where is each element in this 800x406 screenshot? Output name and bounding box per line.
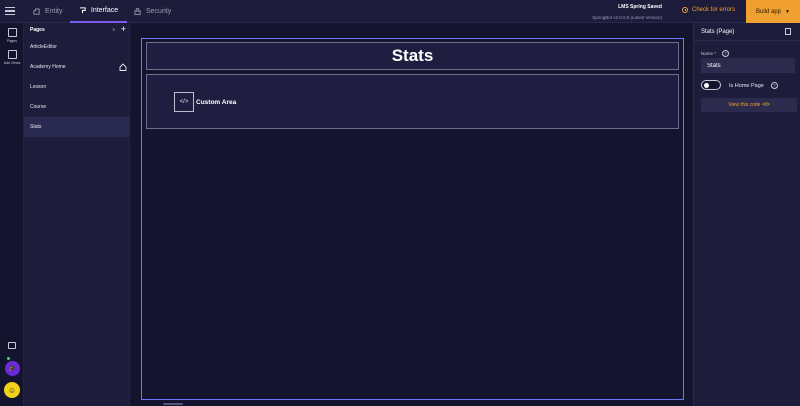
tab-security[interactable]: Security [134,0,184,23]
hamburger-menu-icon[interactable] [4,5,16,17]
rail-pages-label: Pages [7,39,17,43]
properties-title: Stats (Page) [701,29,735,35]
graduation-cap-icon: 🎓 [8,366,17,372]
is-home-page-row: Is Home Page ? [729,82,778,89]
view-code-label: View this code [728,102,761,108]
page-title-block[interactable]: Stats [146,42,679,70]
add-views-icon [7,50,17,59]
build-app-button[interactable]: Build app ▼ [746,0,800,23]
help-icon[interactable]: ? [722,50,730,57]
smiley-icon: ☺ [7,385,17,395]
toggle-knob [704,82,709,88]
rail-chat[interactable] [0,342,24,349]
chevron-down-icon: ▼ [785,8,790,15]
name-label-text: Name * [701,51,717,56]
tab-entity[interactable]: Entity [33,0,73,23]
academy-hat-button[interactable]: 🎓 [5,357,20,376]
name-field-label: Name * ? [701,50,730,57]
page-item-lesson[interactable]: Lesson [24,77,130,97]
avatar[interactable]: ☺ [4,382,20,398]
page-item-articleeditor[interactable]: ArticleEditor [24,37,130,57]
build-app-label: Build app [756,8,782,15]
code-icon: </> [174,92,194,112]
page-item-stats[interactable]: Stats [24,117,130,137]
chat-icon [8,342,16,349]
lock-icon [134,8,141,15]
warning-circle-icon [682,7,688,13]
pages-title: Pages [30,27,45,33]
page-item-academy-home[interactable]: Academy Home [24,57,130,77]
top-bar: Entity Interface Security LMS Spring Sav… [0,0,800,23]
add-page-button[interactable]: + [121,25,126,34]
horizontal-scrollbar[interactable] [163,403,183,405]
project-title: LMS Spring Saved [618,4,662,10]
tab-entity-label: Entity [45,8,63,15]
rail-pages[interactable]: Pages [0,28,24,43]
help-icon[interactable]: ? [770,82,778,89]
pages-header: Pages 5 + [30,25,126,35]
interface-icon [79,7,86,14]
view-code-button[interactable]: View this code </> [701,98,797,112]
page-item-label: ArticleEditor [30,44,57,50]
page-item-label: Course [30,104,47,110]
custom-area-content: </> Custom Area [174,92,236,112]
custom-area-block[interactable]: </> Custom Area [146,74,679,129]
code-icon: </> [762,102,770,108]
check-errors-button[interactable]: Check for errors [682,7,735,13]
design-canvas[interactable]: Stats </> Custom Area [130,23,693,406]
pages-count: 5 [112,27,115,32]
pages-panel: Pages 5 + ArticleEditor Academy Home Les… [24,23,130,406]
rail-add-views[interactable]: Add Views [0,50,24,65]
page-item-label: Lesson [30,84,47,90]
page-item-label: Academy Home [30,64,66,70]
is-home-page-label: Is Home Page [729,82,764,89]
rail-add-views-label: Add Views [3,61,21,65]
custom-area-label: Custom Area [196,98,237,106]
page-frame[interactable]: Stats </> Custom Area [141,38,684,400]
icon-rail: Pages Add Views 🎓 ☺ [0,23,24,406]
project-info: LMS Spring Saved SpringBot v2.0.0.0 (Lat… [592,4,662,20]
check-errors-label: Check for errors [692,7,736,13]
tab-interface-label: Interface [90,7,119,14]
entity-icon [33,8,40,15]
app-root: Entity Interface Security LMS Spring Sav… [0,0,800,406]
project-version: SpringBot v2.0.0.0 (Latest Version) [592,15,662,20]
trash-icon[interactable] [785,28,791,35]
tab-interface[interactable]: Interface [70,0,127,23]
tab-security-label: Security [146,8,172,15]
properties-panel: Stats (Page) Name * ? Is Home Page ? Vie… [693,23,800,406]
divider [694,40,800,41]
pages-icon [7,28,17,37]
page-item-label: Stats [30,124,42,130]
is-home-page-toggle[interactable] [701,80,721,90]
home-icon [119,63,127,71]
page-item-course[interactable]: Course [24,97,130,117]
notification-dot [7,357,10,360]
name-field[interactable] [701,58,795,73]
